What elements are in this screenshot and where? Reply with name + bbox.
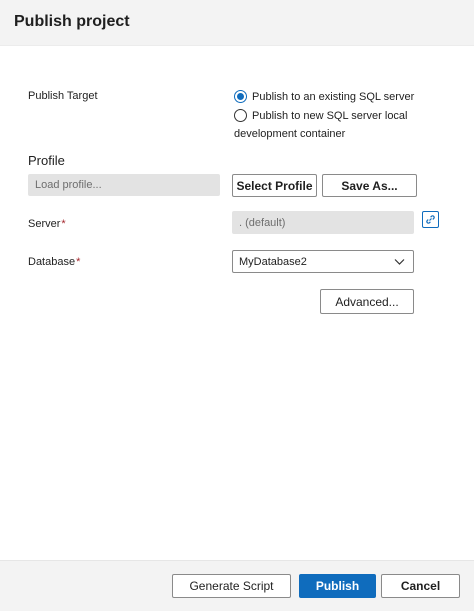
radio-checked-icon[interactable]	[234, 90, 247, 103]
dialog-title: Publish project	[14, 13, 130, 30]
radio-new-container[interactable]: Publish to new SQL server local	[234, 109, 408, 122]
link-icon	[426, 215, 435, 224]
radio-existing-server-label: Publish to an existing SQL server	[252, 90, 415, 103]
database-label: Database*	[28, 256, 80, 268]
radio-existing-server[interactable]: Publish to an existing SQL server	[234, 90, 414, 103]
radio-unchecked-icon[interactable]	[234, 109, 247, 122]
generate-script-button[interactable]: Generate Script	[172, 574, 291, 598]
profile-section-title: Profile	[28, 153, 65, 168]
radio-new-container-label-line1: Publish to new SQL server local	[252, 109, 408, 122]
save-as-button[interactable]: Save As...	[322, 174, 417, 197]
connect-server-button[interactable]	[422, 211, 439, 228]
publish-button[interactable]: Publish	[299, 574, 376, 598]
database-select[interactable]: MyDatabase2	[232, 250, 414, 273]
server-value: . (default)	[239, 216, 286, 229]
select-profile-button[interactable]: Select Profile	[232, 174, 317, 197]
server-label: Server*	[28, 218, 66, 230]
database-value: MyDatabase2	[239, 255, 307, 268]
advanced-button[interactable]: Advanced...	[320, 289, 414, 314]
publish-target-label: Publish Target	[28, 90, 98, 102]
load-profile-placeholder: Load profile...	[35, 179, 102, 191]
database-required-mark: *	[76, 256, 81, 268]
dialog-header: Publish project	[0, 0, 474, 46]
server-input: . (default)	[232, 211, 414, 234]
server-label-text: Server	[28, 218, 61, 230]
cancel-button[interactable]: Cancel	[381, 574, 460, 598]
database-label-text: Database	[28, 256, 76, 268]
server-required-mark: *	[61, 218, 66, 230]
radio-new-container-label-line2: development container	[234, 128, 346, 140]
load-profile-input: Load profile...	[28, 174, 220, 196]
chevron-down-icon	[394, 259, 405, 265]
